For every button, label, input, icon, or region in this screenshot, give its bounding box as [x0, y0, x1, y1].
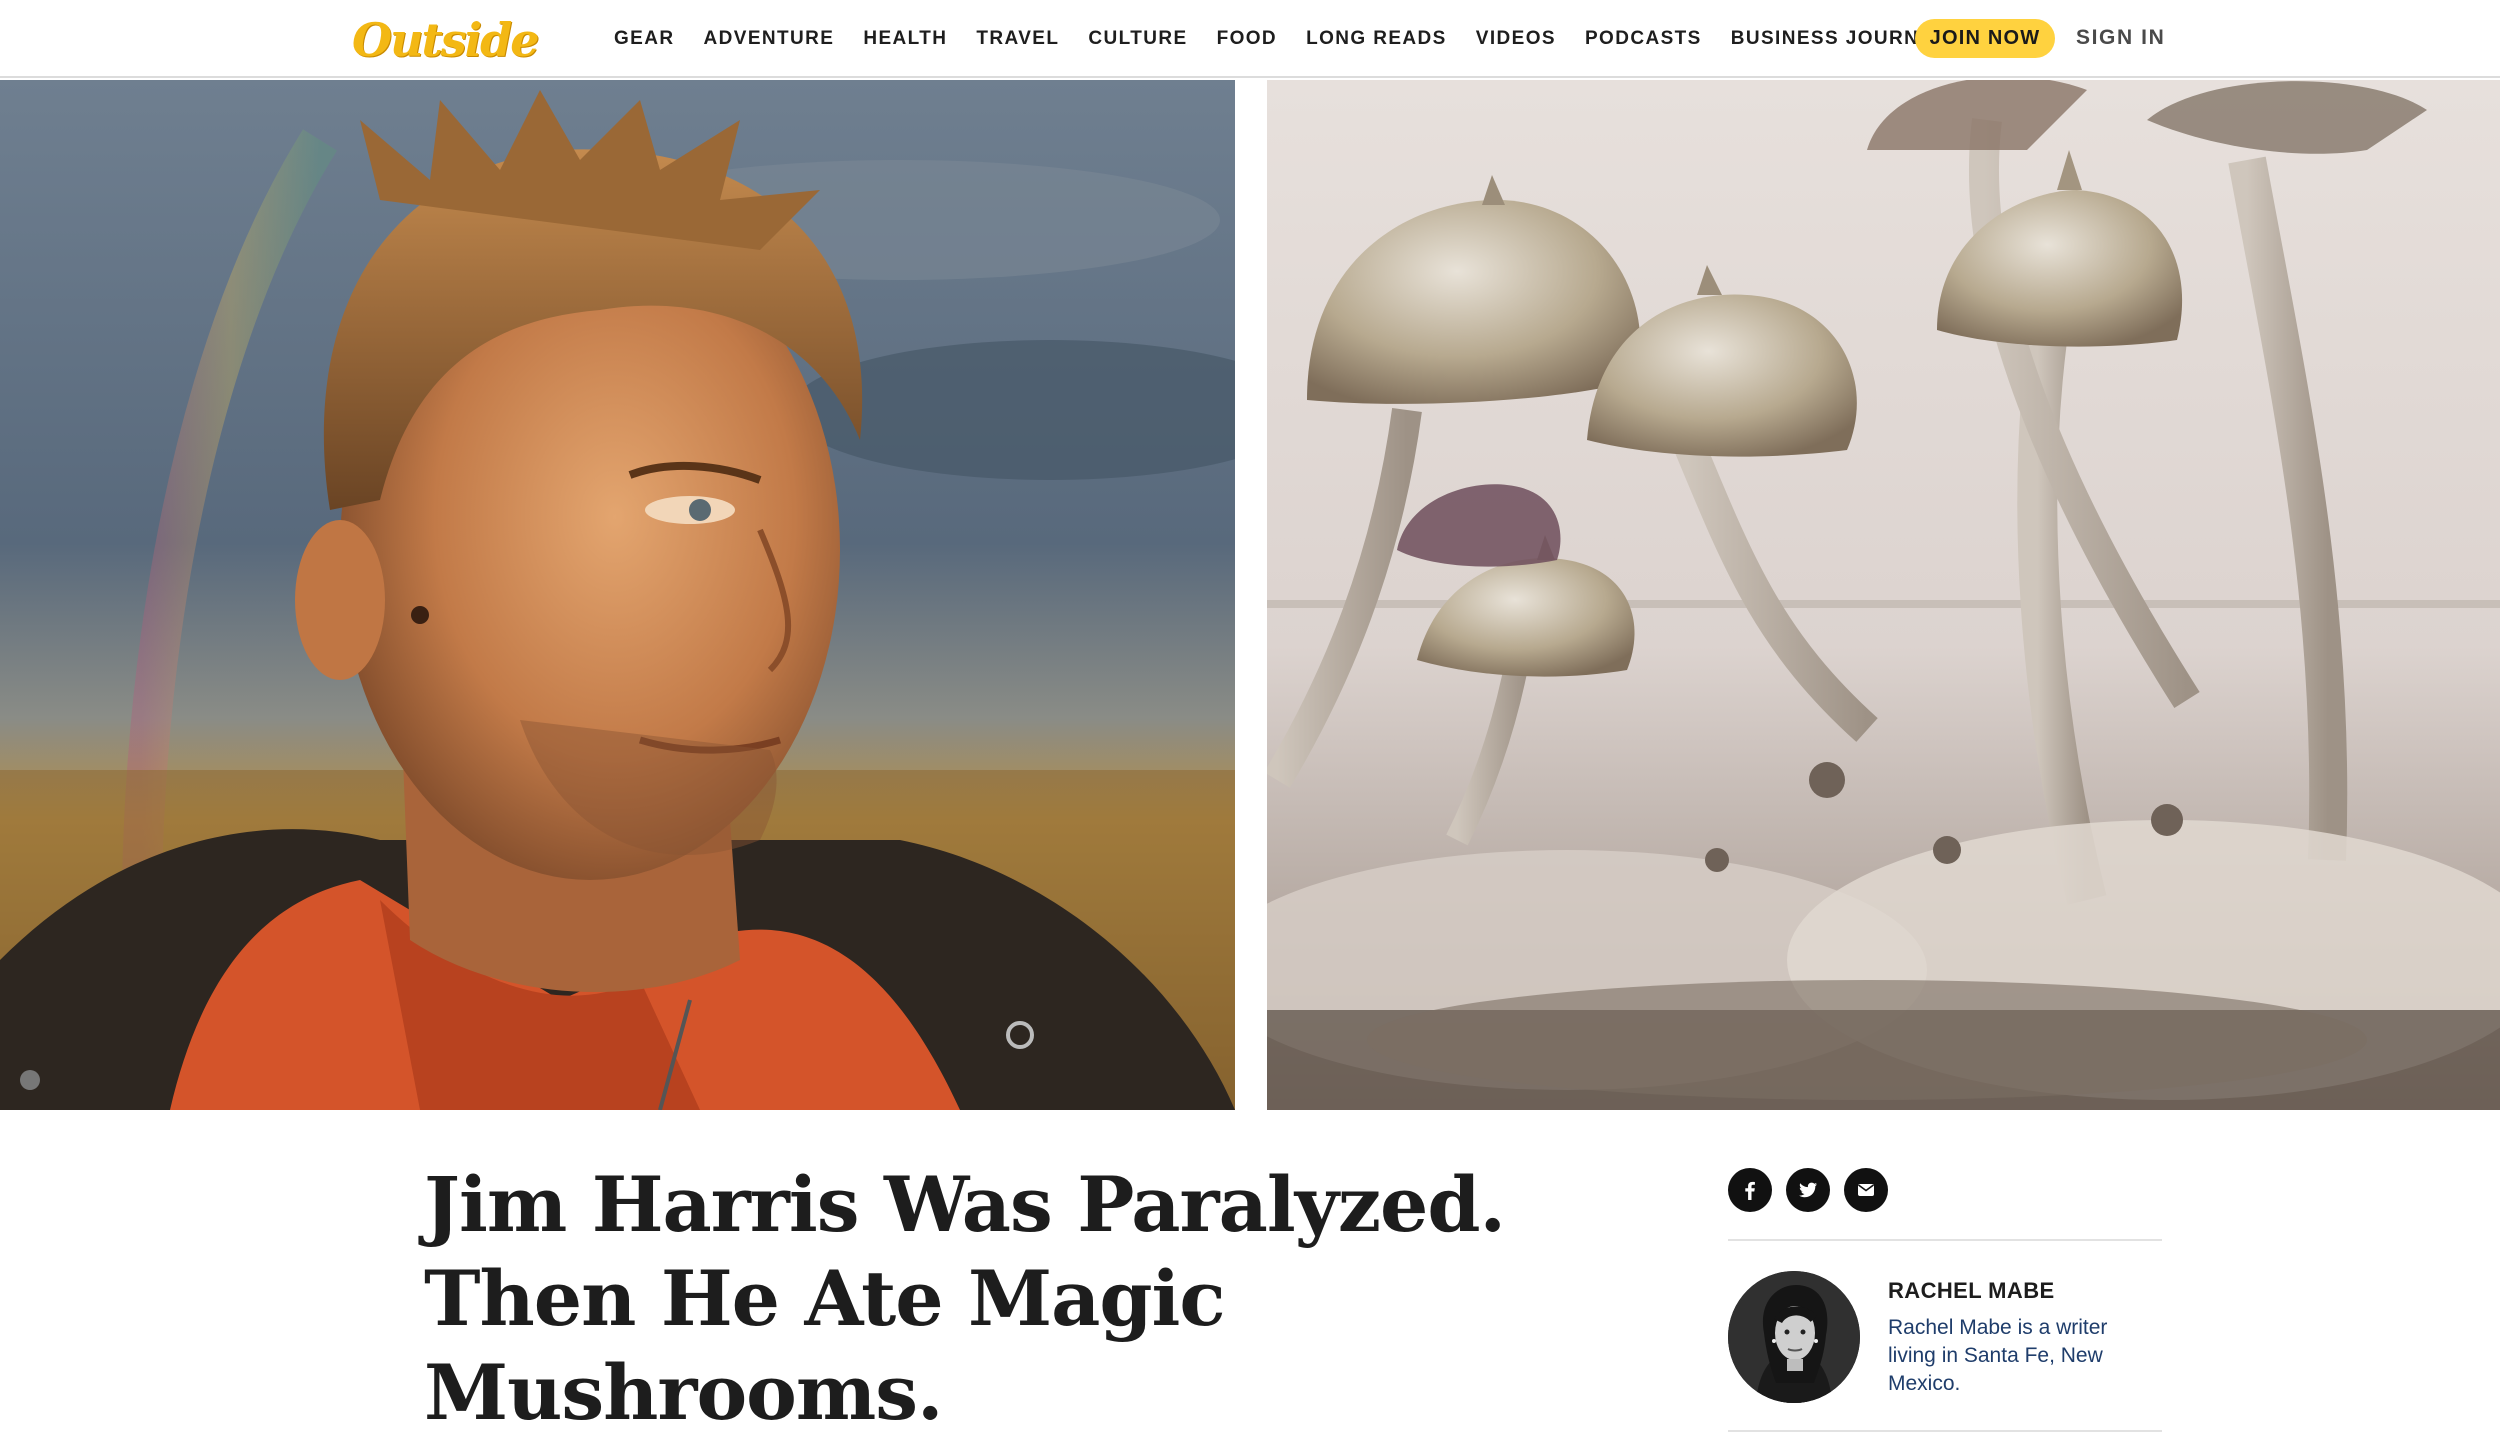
author-avatar[interactable] [1728, 1271, 1860, 1403]
main-nav: GEAR ADVENTURE HEALTH TRAVEL CULTURE FOO… [614, 0, 1976, 78]
join-now-button[interactable]: JOIN NOW [1915, 19, 2055, 58]
portrait-image [0, 80, 1235, 1110]
twitter-icon [1799, 1182, 1817, 1198]
divider-bottom [1728, 1430, 2162, 1432]
email-icon [1858, 1184, 1874, 1196]
nav-item-food[interactable]: FOOD [1217, 28, 1278, 50]
nav-item-adventure[interactable]: ADVENTURE [704, 28, 835, 50]
nav-item-podcasts[interactable]: PODCASTS [1585, 28, 1702, 50]
twitter-share-button[interactable] [1786, 1168, 1830, 1212]
mushrooms-image [1267, 80, 2500, 1110]
top-navigation-bar: Outside GEAR ADVENTURE HEALTH TRAVEL CUL… [0, 0, 2500, 78]
nav-item-travel[interactable]: TRAVEL [976, 28, 1059, 50]
divider-top [1728, 1239, 2162, 1241]
hero-images [0, 80, 2500, 1110]
nav-item-culture[interactable]: CULTURE [1088, 28, 1187, 50]
author-bio: Rachel Mabe is a writer living in Santa … [1888, 1316, 2108, 1395]
nav-item-gear[interactable]: GEAR [614, 28, 675, 50]
outside-logo[interactable]: Outside [352, 10, 540, 70]
sign-in-link[interactable]: SIGN IN [2076, 26, 2165, 50]
facebook-share-button[interactable] [1728, 1168, 1772, 1212]
share-buttons [1728, 1168, 1888, 1212]
nav-item-videos[interactable]: VIDEOS [1476, 28, 1556, 50]
email-share-button[interactable] [1844, 1168, 1888, 1212]
author-name[interactable]: RACHEL MABE [1888, 1278, 2055, 1304]
article-headline: Jim Harris Was Paralyzed. Then He Ate Ma… [424, 1160, 1506, 1437]
nav-item-health[interactable]: HEALTH [863, 28, 947, 50]
nav-item-long-reads[interactable]: LONG READS [1306, 28, 1447, 50]
facebook-icon [1745, 1181, 1755, 1200]
